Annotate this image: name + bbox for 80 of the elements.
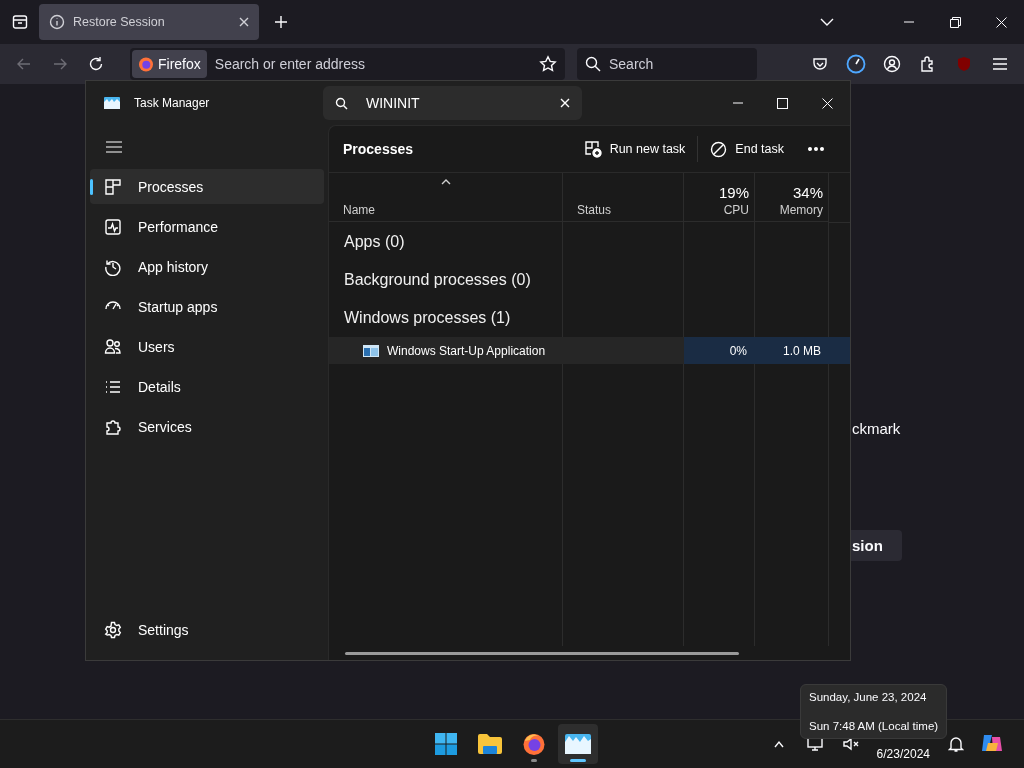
menu-icon [106, 141, 122, 153]
column-header[interactable]: 34% Memory [755, 173, 829, 222]
search-input[interactable]: WININIT [366, 95, 542, 111]
settings-nav-item[interactable]: Settings [90, 612, 324, 647]
puzzle-icon [920, 56, 936, 72]
section-title: Processes [343, 141, 415, 157]
process-name[interactable]: Windows Start-Up Application [329, 337, 563, 364]
nav-item[interactable]: Services [90, 409, 324, 444]
window-icon [363, 344, 379, 357]
bell-icon [948, 736, 964, 752]
pulse-chart-icon [104, 217, 122, 236]
search-bar[interactable]: Search [577, 48, 757, 80]
back-arrow-icon [16, 56, 32, 72]
search-icon [335, 96, 348, 110]
column-header[interactable]: Name [329, 173, 563, 222]
tooltip-text: Sun 7:48 AM (Local time) [809, 720, 939, 732]
nav-item[interactable]: Users [90, 329, 324, 364]
search-box[interactable]: WININIT [323, 86, 582, 120]
page-text: ckmark [852, 420, 901, 437]
window-plus-icon [584, 140, 602, 158]
run-task-button[interactable]: Run new task [572, 133, 698, 165]
task-manager-icon [104, 97, 120, 109]
start-logo-icon [434, 732, 458, 756]
shield-icon [956, 56, 972, 72]
clear-icon [560, 98, 570, 108]
end-task-button[interactable]: End task [698, 133, 796, 165]
group-row[interactable]: Background processes (0) [344, 271, 531, 289]
identity-label[interactable]: Firefox [132, 50, 207, 78]
users-icon [104, 337, 122, 356]
tooltip-text: Sunday, June 23, 2024 [809, 691, 928, 703]
window-title: Task Manager [134, 96, 210, 110]
address-input[interactable]: Search or enter address [214, 56, 531, 72]
close-icon [995, 16, 1007, 28]
menu-icon [992, 57, 1008, 71]
restore-session-button[interactable]: sion [851, 530, 902, 561]
cpu-cell: 0% [684, 337, 755, 364]
task-manager-icon [565, 734, 591, 754]
nav-item[interactable]: App history [90, 249, 324, 284]
maximize-icon [777, 97, 788, 109]
prohibited-icon [710, 140, 728, 158]
processes-icon [104, 177, 122, 196]
gauge-icon [846, 54, 866, 74]
monitor-icon [806, 737, 823, 751]
address-bar[interactable]: Firefox Search or enter address [130, 48, 565, 80]
more-icon [808, 147, 824, 151]
star-icon [539, 55, 557, 73]
account-icon [883, 55, 901, 73]
taskbar-app[interactable] [558, 724, 598, 764]
chevron-down-icon [820, 17, 834, 27]
firefox-logo-icon [138, 56, 154, 72]
forward-arrow-icon [52, 56, 68, 72]
info-icon [49, 14, 65, 30]
nav-item[interactable]: Performance [90, 209, 324, 244]
restore-icon [949, 16, 961, 28]
sort-caret-icon [441, 179, 451, 185]
clock-date[interactable]: 6/23/2024 [870, 746, 936, 762]
column-header[interactable]: 19% CPU [684, 173, 755, 222]
pocket-icon [812, 56, 828, 72]
reload-icon [88, 56, 104, 72]
horizontal-scrollbar[interactable] [345, 651, 739, 655]
firefox-logo-icon [522, 732, 546, 756]
settings-icon [104, 620, 122, 639]
folder-icon [477, 733, 503, 755]
tray-icon [12, 14, 28, 30]
search-icon [585, 56, 601, 72]
plus-icon [274, 15, 288, 29]
close-icon [239, 17, 249, 27]
chevron-up-icon [773, 740, 784, 748]
column-header[interactable]: Status [563, 173, 684, 222]
nav-item[interactable]: Processes [90, 169, 324, 204]
group-row[interactable]: Apps (0) [344, 233, 405, 251]
nav-item[interactable]: Details [90, 369, 324, 404]
table-cell [829, 337, 850, 364]
close-icon [822, 97, 833, 109]
nav-item[interactable]: Startup apps [90, 289, 324, 324]
puzzle-icon [104, 417, 122, 436]
search-input[interactable]: Search [609, 56, 729, 72]
memory-cell: 1.0 MB [755, 337, 829, 364]
browser-tab[interactable]: Restore Session [39, 4, 259, 40]
group-row[interactable]: Windows processes (1) [344, 309, 511, 327]
